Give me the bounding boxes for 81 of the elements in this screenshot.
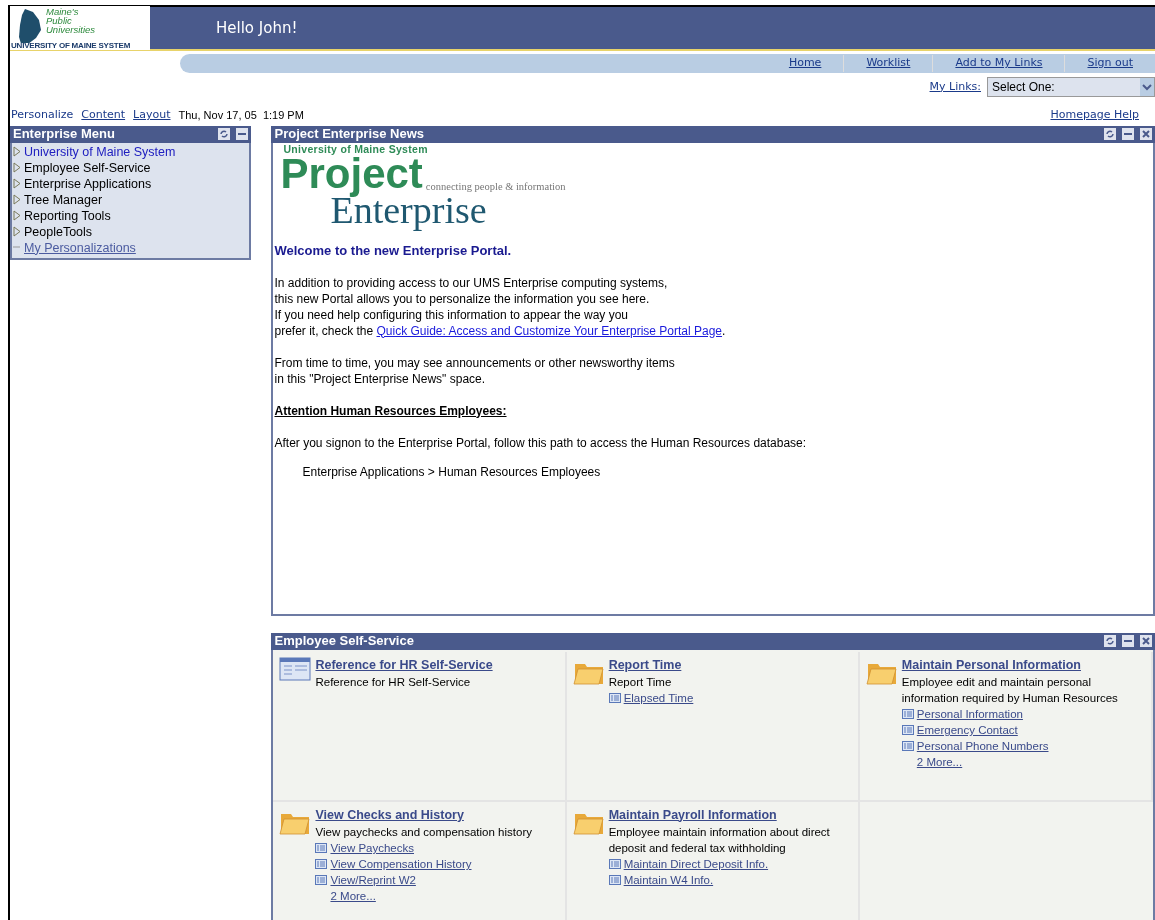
toolbar-link[interactable]: Layout	[133, 107, 171, 124]
triangle-icon[interactable]	[13, 210, 21, 221]
logo-text: UNIVERSITY OF MAINE SYSTEM	[11, 42, 131, 50]
logo-text: University of Maine System	[282, 142, 429, 155]
menu-item[interactable]: Tree Manager	[24, 191, 103, 208]
logo-text: Universities	[46, 25, 96, 34]
sub-link[interactable]: Personal Information	[916, 706, 1023, 723]
sub-link[interactable]: Emergency Contact	[916, 722, 1018, 739]
menu-item[interactable]: Reporting Tools	[24, 207, 111, 224]
tile-description: Reference for HR Self-Service	[315, 675, 472, 691]
sub-link[interactable]: Maintain Direct Deposit Info.	[623, 856, 769, 873]
refresh-icon[interactable]	[1104, 635, 1116, 647]
links-dropdown[interactable]: Select One:	[987, 77, 1155, 97]
more-link[interactable]: 2 More...	[901, 754, 1145, 772]
chevron-down-icon[interactable]	[1142, 83, 1152, 91]
help-link[interactable]: Homepage Help	[1050, 107, 1139, 124]
panel-title: Project Enterprise News	[274, 125, 425, 144]
nav-link[interactable]: Worklist	[843, 55, 933, 72]
sub-link[interactable]: Personal Phone Numbers	[916, 738, 1049, 755]
page-icon	[279, 655, 312, 682]
guide-link[interactable]: Quick Guide: Access and Customize Your Enterprise Portal Page	[376, 323, 723, 338]
menu-item[interactable]: University of Maine System	[24, 143, 176, 160]
tile-description: Report Time	[608, 675, 673, 691]
list-icon[interactable]	[315, 875, 328, 886]
triangle-icon[interactable]	[13, 178, 21, 189]
menu-item[interactable]: Enterprise Applications	[24, 175, 152, 192]
close-icon[interactable]	[1140, 635, 1152, 647]
toolbar-link[interactable]: Content	[81, 107, 126, 124]
paragraph: After you signon to the Enterprise Portal, follow this path to access the Human Resources database:	[274, 434, 808, 451]
sub-link[interactable]: Elapsed Time	[623, 690, 694, 707]
triangle-icon[interactable]	[13, 162, 21, 173]
list-icon[interactable]	[901, 741, 914, 752]
list-icon[interactable]	[608, 859, 621, 870]
list-icon[interactable]	[315, 859, 328, 870]
sub-link[interactable]: View Compensation History	[330, 856, 472, 873]
paragraph: From time to time, you may see announcements or other newsworthy items in this "Project Enterprise News" space.	[274, 354, 676, 387]
list-icon[interactable]	[608, 693, 621, 704]
tile-link[interactable]: Reference for HR Self-Service	[315, 657, 493, 672]
more-link[interactable]: 2 More...	[315, 888, 532, 906]
minimize-icon[interactable]	[236, 128, 249, 140]
tile-description: Employee edit and maintain personal information required by Human Resources	[901, 675, 1119, 707]
nav-link[interactable]: Sign out	[1064, 55, 1155, 72]
logo-text: connecting people & information	[425, 180, 566, 193]
toolbar-link[interactable]: Personalize	[11, 107, 74, 124]
list-icon[interactable]	[901, 725, 914, 736]
nav-link[interactable]: Add to My Links	[932, 55, 1065, 72]
list-icon[interactable]	[315, 843, 328, 854]
heading: Welcome to the new Enterprise Portal.	[274, 242, 513, 259]
paragraph: In addition to providing access to our UMS Enterprise computing systems, this new Portal allows you to personalize the information you see here. If you need help configuring this information to appear the way you prefer it, check the Quick Guide: Access and Customize Your Enterprise Portal Page.	[274, 274, 727, 339]
date-time: Thu, Nov 17, 05 1:19 PM	[178, 108, 304, 123]
tile-description: Employee maintain information about direct deposit and federal tax withholding	[608, 825, 831, 857]
tile-link[interactable]: Maintain Payroll Information	[608, 807, 777, 822]
triangle-icon[interactable]	[13, 146, 21, 157]
tile-description: View paychecks and compensation history	[315, 825, 532, 841]
panel-title: Enterprise Menu	[13, 125, 115, 144]
refresh-icon[interactable]	[1104, 128, 1116, 140]
my-links-link[interactable]: My Links:	[929, 78, 981, 96]
close-icon[interactable]	[1140, 128, 1152, 140]
tile-link[interactable]: Report Time	[608, 657, 682, 672]
list-icon[interactable]	[901, 709, 914, 720]
tile-link[interactable]: View Checks and History	[315, 807, 464, 822]
menu-item[interactable]: Employee Self-Service	[24, 159, 151, 176]
logo-text: Public	[46, 16, 73, 25]
triangle-icon[interactable]	[13, 194, 21, 205]
heading: Attention Human Resources Employees:	[274, 402, 508, 419]
sub-link[interactable]: View/Reprint W2	[330, 872, 416, 889]
sub-link[interactable]: View Paychecks	[330, 840, 414, 857]
path-text: Enterprise Applications > Human Resources Employees	[301, 463, 602, 480]
panel-title: Employee Self-Service	[274, 632, 414, 651]
sub-link[interactable]: Maintain W4 Info.	[623, 872, 714, 889]
greeting: Hello John!	[216, 17, 298, 39]
refresh-icon[interactable]	[218, 128, 231, 140]
nav-link[interactable]: Home	[766, 55, 844, 72]
minimize-icon[interactable]	[1122, 635, 1134, 647]
menu-item[interactable]: PeopleTools	[24, 223, 93, 240]
list-icon[interactable]	[608, 875, 621, 886]
tile-link[interactable]: Maintain Personal Information	[901, 657, 1081, 672]
triangle-icon[interactable]	[13, 226, 21, 237]
menu-link[interactable]: My Personalizations	[24, 239, 136, 256]
logo-text: Maine's	[46, 7, 80, 16]
minimize-icon[interactable]	[1122, 128, 1134, 140]
